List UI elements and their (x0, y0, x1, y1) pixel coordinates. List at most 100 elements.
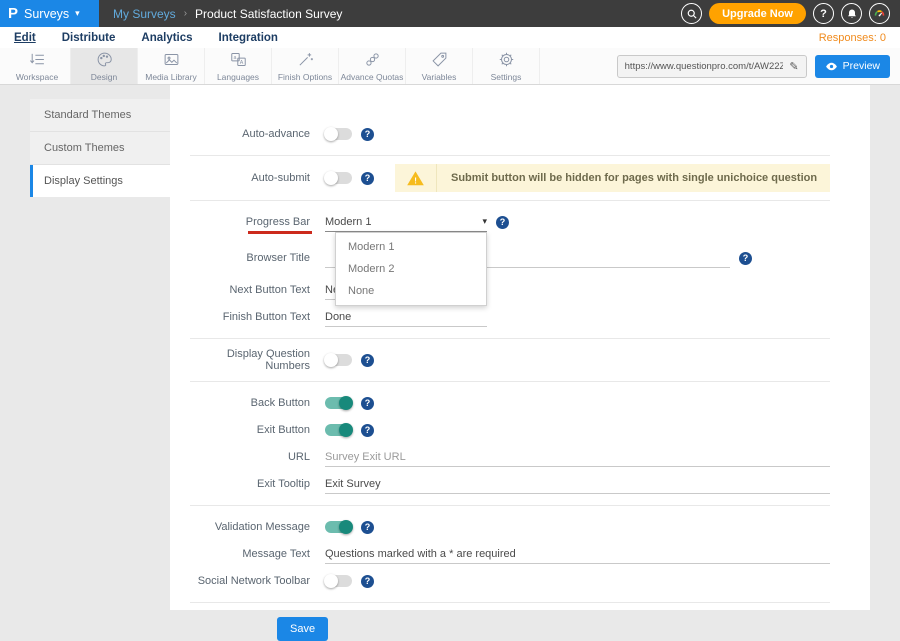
exit-button-help-icon[interactable]: ? (361, 424, 374, 437)
dropdown-option-none[interactable]: None (336, 280, 486, 302)
display-settings-panel: Auto-advance ? Auto-submit ? ! Submit bu… (170, 85, 870, 610)
caret-down-icon: ▾ (482, 216, 487, 227)
toolbar-item-workspace[interactable]: Workspace (4, 48, 71, 84)
dropdown-option-modern-1[interactable]: Modern 1 (336, 236, 486, 258)
variables-icon (431, 51, 448, 71)
exit-button-row: Exit Button ? (190, 417, 830, 443)
breadcrumb-parent[interactable]: My Surveys (113, 7, 176, 21)
breadcrumb-separator-icon: › (184, 8, 187, 19)
module-nav: Edit Distribute Analytics Integration Re… (0, 27, 900, 48)
validation-message-row: Validation Message ? (190, 514, 830, 540)
exit-button-toggle[interactable] (325, 424, 352, 436)
help-icon[interactable]: ? (813, 3, 834, 24)
top-bar: P Surveys ▾ My Surveys › Product Satisfa… (0, 0, 900, 27)
social-network-toolbar-label: Social Network Toolbar (190, 575, 310, 587)
exit-url-input[interactable] (325, 447, 830, 467)
back-button-row: Back Button ? (190, 390, 830, 416)
breadcrumb-current: Product Satisfaction Survey (195, 7, 342, 21)
message-text-row: Message Text (190, 541, 830, 567)
divider (190, 505, 830, 506)
auto-submit-warning: ! Submit button will be hidden for pages… (395, 164, 830, 192)
auto-advance-row: Auto-advance ? (190, 121, 830, 147)
sidebar-item-standard-themes[interactable]: Standard Themes (30, 99, 170, 132)
auto-submit-label: Auto-submit (190, 172, 310, 184)
message-text-input[interactable] (325, 544, 830, 564)
upgrade-now-button[interactable]: Upgrade Now (709, 3, 806, 24)
exit-url-row: URL (190, 444, 830, 470)
progress-bar-select[interactable]: Modern 1 ▾ (325, 212, 487, 232)
progress-bar-dropdown: Modern 1 Modern 2 None (335, 232, 487, 306)
auto-advance-label: Auto-advance (190, 128, 310, 140)
social-network-toolbar-row: Social Network Toolbar ? (190, 568, 830, 594)
exit-button-label: Exit Button (190, 424, 310, 436)
tab-integration[interactable]: Integration (219, 32, 278, 44)
divider (190, 602, 830, 603)
display-question-numbers-help-icon[interactable]: ? (361, 354, 374, 367)
browser-title-row: Browser Title ? (190, 245, 830, 271)
finish-button-text-input[interactable] (325, 307, 487, 327)
workspace-icon (29, 51, 46, 71)
auto-advance-toggle[interactable] (325, 128, 352, 140)
browser-title-help-icon[interactable]: ? (739, 252, 752, 265)
toolbar-item-design[interactable]: Design (71, 48, 138, 84)
design-icon (96, 51, 113, 71)
toolbar-item-finish-options[interactable]: Finish Options (272, 48, 339, 84)
dropdown-option-modern-2[interactable]: Modern 2 (336, 258, 486, 280)
edit-url-pencil-icon[interactable]: ✎ (789, 60, 798, 73)
warning-text: Submit button will be hidden for pages w… (437, 172, 817, 184)
performance-gauge-icon[interactable] (869, 3, 890, 24)
exit-tooltip-label: Exit Tooltip (190, 478, 310, 490)
survey-url: https://www.questionpro.com/t/AW22Zh44 (625, 61, 784, 72)
save-button[interactable]: Save (277, 617, 328, 641)
toolbar-item-variables[interactable]: Variables (406, 48, 473, 84)
auto-submit-toggle[interactable] (325, 172, 352, 184)
message-text-label: Message Text (190, 548, 310, 560)
warning-triangle-icon: ! (395, 164, 437, 192)
back-button-label: Back Button (190, 397, 310, 409)
sidebar-item-display-settings[interactable]: Display Settings (30, 165, 170, 197)
validation-message-toggle[interactable] (325, 521, 352, 533)
toolbar-item-settings[interactable]: Settings (473, 48, 540, 84)
tab-analytics[interactable]: Analytics (141, 32, 192, 44)
progress-bar-row: Progress Bar Modern 1 ▾ ? Modern 1 Moder… (190, 209, 830, 235)
back-button-toggle[interactable] (325, 397, 352, 409)
toolbar-item-media-library[interactable]: Media Library (138, 48, 205, 84)
svg-text:A: A (239, 59, 243, 65)
auto-advance-help-icon[interactable]: ? (361, 128, 374, 141)
responses-count[interactable]: Responses: 0 (819, 32, 886, 44)
finish-button-text-label: Finish Button Text (190, 311, 310, 323)
product-switcher[interactable]: P Surveys ▾ (0, 0, 99, 27)
toolbar-item-languages[interactable]: aA Languages (205, 48, 272, 84)
annotation-red-underline (248, 231, 312, 234)
validation-message-help-icon[interactable]: ? (361, 521, 374, 534)
media-library-icon (163, 51, 180, 71)
tab-edit[interactable]: Edit (14, 32, 36, 44)
content-area: Standard Themes Custom Themes Display Se… (0, 85, 900, 627)
edit-toolbar: Workspace Design Media Library aA Langua… (0, 48, 900, 85)
display-question-numbers-toggle[interactable] (325, 354, 352, 366)
search-icon[interactable] (681, 3, 702, 24)
back-button-help-icon[interactable]: ? (361, 397, 374, 410)
tab-distribute[interactable]: Distribute (62, 32, 116, 44)
auto-submit-help-icon[interactable]: ? (361, 172, 374, 185)
divider (190, 338, 830, 339)
social-network-toolbar-toggle[interactable] (325, 575, 352, 587)
survey-url-box[interactable]: https://www.questionpro.com/t/AW22Zh44 ✎ (617, 55, 807, 78)
toolbar-item-advance-quotas[interactable]: Advance Quotas (339, 48, 406, 84)
finish-options-icon (297, 51, 314, 71)
validation-message-label: Validation Message (190, 521, 310, 533)
svg-text:a: a (233, 55, 236, 61)
social-network-toolbar-help-icon[interactable]: ? (361, 575, 374, 588)
exit-tooltip-input[interactable] (325, 474, 830, 494)
preview-button[interactable]: Preview (815, 55, 890, 78)
caret-down-icon: ▾ (75, 9, 80, 18)
progress-bar-help-icon[interactable]: ? (496, 216, 509, 229)
design-sidebar: Standard Themes Custom Themes Display Se… (30, 99, 170, 627)
svg-text:!: ! (414, 176, 417, 185)
notifications-bell-icon[interactable] (841, 3, 862, 24)
sidebar-item-custom-themes[interactable]: Custom Themes (30, 132, 170, 165)
exit-url-label: URL (190, 451, 310, 463)
exit-tooltip-row: Exit Tooltip (190, 471, 830, 497)
topbar-actions: Upgrade Now ? (681, 0, 900, 27)
auto-submit-row: Auto-submit ? ! Submit button will be hi… (190, 164, 830, 192)
